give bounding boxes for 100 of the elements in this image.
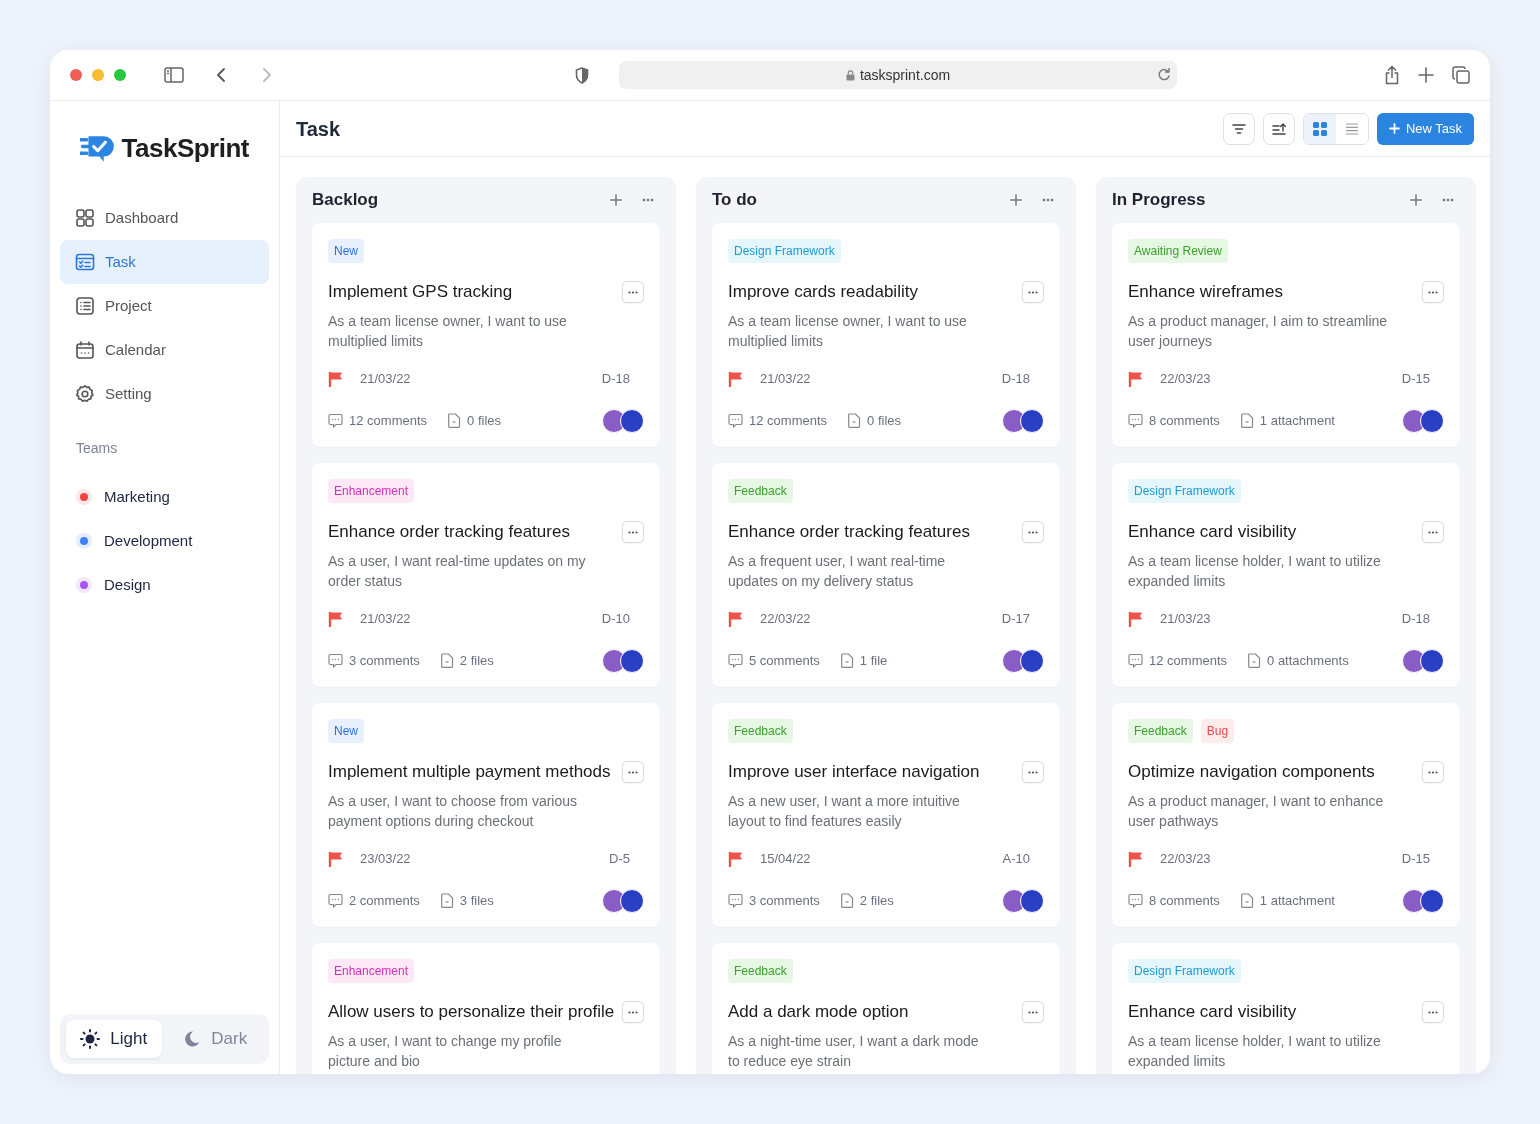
task-card[interactable]: Feedback Enhance order tracking features As a frequent user, I want real-time updates on my delivery status 22/03/22 D-17 5 comments 1 file xyxy=(712,463,1060,687)
comment-icon xyxy=(728,653,743,668)
lock-icon xyxy=(845,69,855,81)
card-menu-button[interactable] xyxy=(1022,1001,1044,1023)
logo-text: TaskSprint xyxy=(121,132,249,165)
new-tab-icon[interactable] xyxy=(1418,67,1434,83)
card-menu-button[interactable] xyxy=(1422,521,1444,543)
card-menu-button[interactable] xyxy=(622,1001,644,1023)
flag-icon xyxy=(728,610,744,627)
task-card[interactable]: Design Framework Enhance card visibility As a team license holder, I want to utilize expanded limits xyxy=(1112,943,1460,1074)
comment-icon xyxy=(1128,653,1143,668)
file-icon xyxy=(839,653,854,668)
grid-icon xyxy=(1312,121,1327,136)
new-task-button[interactable]: New Task xyxy=(1376,112,1474,145)
task-card[interactable]: Design Framework Improve cards readability As a team license owner, I want to use multiplied limits 21/03/22 D-18 12 comments 0 files xyxy=(712,223,1060,447)
reload-icon[interactable] xyxy=(1157,67,1171,81)
more-icon xyxy=(1028,530,1038,534)
url-text[interactable]: tasksprint.com xyxy=(859,64,951,86)
plus-icon xyxy=(610,194,622,206)
plus-icon xyxy=(1410,194,1422,206)
card-menu-button[interactable] xyxy=(622,521,644,543)
tag: Design Framework xyxy=(1128,479,1241,503)
sidebar-item[interactable]: Dashboard xyxy=(60,196,269,240)
card-menu-button[interactable] xyxy=(1022,521,1044,543)
sort-button[interactable] xyxy=(1262,112,1295,145)
grid-view-button[interactable] xyxy=(1303,113,1336,144)
tag: Awaiting Review xyxy=(1128,239,1228,263)
card-title: Enhance order tracking features xyxy=(328,521,570,543)
task-card[interactable]: Feedback Bug Optimize navigation components As a product manager, I want to enhance user pathways 22/03/23 D-15 8 comments 1 attachment xyxy=(1112,703,1460,927)
tabs-overview-icon[interactable] xyxy=(1452,66,1470,84)
close-window-button[interactable] xyxy=(70,69,82,81)
task-card[interactable]: New Implement multiple payment methods As a user, I want to choose from various payment options during checkout 23/03/22 D-5 2 comments 3 files xyxy=(312,703,660,927)
comment-icon xyxy=(328,893,343,908)
sidebar-item[interactable]: Setting xyxy=(60,372,269,416)
filter-button[interactable] xyxy=(1222,112,1255,145)
comments-count: 8 comments xyxy=(1149,891,1220,910)
files-count: 2 files xyxy=(459,651,494,670)
task-card[interactable]: Enhancement Allow users to personalize their profile As a user, I want to change my profile picture and bio xyxy=(312,943,660,1074)
task-card[interactable]: Design Framework Enhance card visibility As a team license holder, I want to utilize expanded limits 21/03/23 D-18 12 comments 0 attachments xyxy=(1112,463,1460,687)
team-item[interactable]: Marketing xyxy=(60,475,269,519)
task-card[interactable]: New Implement GPS tracking As a team license owner, I want to use multiplied limits 21/03/22 D-18 12 comments 0 files xyxy=(312,223,660,447)
card-menu-button[interactable] xyxy=(622,761,644,783)
task-code: D-18 xyxy=(601,370,630,388)
sidebar-item[interactable]: Task xyxy=(60,240,269,284)
more-icon xyxy=(1428,770,1438,774)
due-date: 22/03/23 xyxy=(1160,850,1211,868)
flag-icon xyxy=(328,370,344,387)
sidebar-item[interactable]: Project xyxy=(60,284,269,328)
sidebar-toggle-icon[interactable] xyxy=(164,67,184,83)
due-date: 22/03/23 xyxy=(1160,370,1211,388)
card-menu-button[interactable] xyxy=(1422,761,1444,783)
card-menu-button[interactable] xyxy=(622,281,644,303)
back-icon[interactable] xyxy=(216,67,226,83)
comments-count: 3 comments xyxy=(349,651,420,670)
file-icon xyxy=(1247,653,1262,668)
file-icon xyxy=(1239,413,1254,428)
files-count: 0 files xyxy=(467,411,501,430)
team-item[interactable]: Development xyxy=(60,519,269,563)
file-icon xyxy=(1239,893,1254,908)
task-card[interactable]: Feedback Improve user interface navigation As a new user, I want a more intuitive layout to find features easily 15/04/22 A-10 3 comments 2 files xyxy=(712,703,1060,927)
card-title: Enhance wireframes xyxy=(1128,281,1283,303)
task-card[interactable]: Feedback Add a dark mode option As a night-time user, I want a dark mode to reduce eye strain xyxy=(712,943,1060,1074)
task-code: A-10 xyxy=(1002,850,1030,868)
more-icon xyxy=(1428,290,1438,294)
sort-icon xyxy=(1271,122,1286,135)
tag: Enhancement xyxy=(328,959,415,983)
forward-icon[interactable] xyxy=(262,67,272,83)
sidebar-item[interactable]: Calendar xyxy=(60,328,269,372)
file-icon xyxy=(847,413,862,428)
zoom-window-button[interactable] xyxy=(114,69,126,81)
section-heading: Teams xyxy=(75,439,119,458)
team-item[interactable]: Design xyxy=(60,563,269,607)
theme-option[interactable]: Light xyxy=(66,1020,162,1058)
minimize-window-button[interactable] xyxy=(92,69,104,81)
comments-count: 5 comments xyxy=(749,651,820,670)
card-menu-button[interactable] xyxy=(1022,761,1044,783)
share-icon[interactable] xyxy=(1384,65,1400,85)
task-card[interactable]: Awaiting Review Enhance wireframes As a product manager, I aim to streamline user journeys 22/03/23 D-15 8 comments 1 attachment xyxy=(1112,223,1460,447)
tag: Design Framework xyxy=(728,239,841,263)
card-description: As a team license owner, I want to use multiplied limits xyxy=(328,312,568,351)
card-menu-button[interactable] xyxy=(1422,1001,1444,1023)
due-date: 23/03/22 xyxy=(360,850,411,868)
comments-count: 3 comments xyxy=(749,891,820,910)
comment-icon xyxy=(1128,893,1143,908)
tag: Feedback xyxy=(1128,719,1193,743)
card-title: Enhance order tracking features xyxy=(728,521,970,543)
card-menu-button[interactable] xyxy=(1022,281,1044,303)
column-title: Backlog xyxy=(312,189,379,212)
more-icon xyxy=(628,1010,638,1014)
due-date: 21/03/22 xyxy=(760,370,811,388)
card-menu-button[interactable] xyxy=(1422,281,1444,303)
card-title: Implement multiple payment methods xyxy=(328,761,611,783)
task-card[interactable]: Enhancement Enhance order tracking features As a user, I want real-time updates on my order status 21/03/22 D-10 3 comments 2 files xyxy=(312,463,660,687)
card-description: As a night-time user, I want a dark mode to reduce eye strain xyxy=(728,1032,980,1071)
file-icon xyxy=(839,893,854,908)
more-icon xyxy=(1428,1010,1438,1014)
grid-icon xyxy=(75,208,95,228)
more-icon xyxy=(628,290,638,294)
avatar xyxy=(1020,408,1044,433)
card-title: Enhance card visibility xyxy=(1128,521,1297,543)
